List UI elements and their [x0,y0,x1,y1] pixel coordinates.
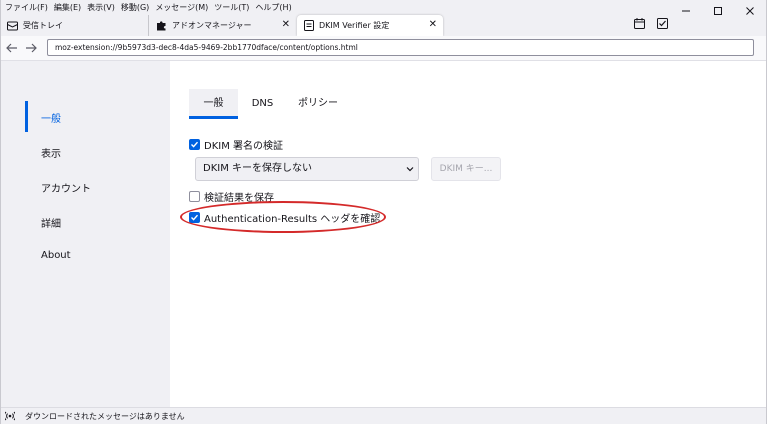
sidebar-item-general[interactable]: 一般 [41,110,61,125]
tab-addons-manager[interactable]: アドオンマネージャー ✕ [150,15,296,36]
save-result-checkbox[interactable] [189,191,200,202]
menu-bar: ファイル(F) 編集(E) 表示(V) 移動(G) メッセージ(M) ツール(T… [5,2,292,14]
verify-signature-label: DKIM 署名の検証 [204,141,284,152]
navigation-bar: moz-extension://9b5973d3-dec8-4da5-9469-… [1,36,766,61]
menu-edit[interactable]: 編集(E) [54,2,81,14]
tab-dkim-settings[interactable]: DKIM Verifier 設定 ✕ [297,15,443,36]
sidebar-item-account[interactable]: アカウント [41,180,91,195]
menu-go[interactable]: 移動(G) [121,2,149,14]
settings-main: 一般 DNS ポリシー DKIM 署名の検証 DKIM キーを保存しない DKI… [170,61,766,407]
dkim-keys-button[interactable]: DKIM キー... [431,157,501,181]
url-field[interactable]: moz-extension://9b5973d3-dec8-4da5-9469-… [47,39,754,56]
selected-indicator [25,101,28,132]
menu-tools[interactable]: ツール(T) [214,2,249,14]
tab-label: DKIM Verifier 設定 [319,21,390,30]
key-storage-select[interactable]: DKIM キーを保存しない [195,157,419,181]
back-button[interactable] [4,40,20,56]
arrow-left-icon [6,43,17,53]
mail-icon [7,20,18,31]
menu-message[interactable]: メッセージ(M) [155,2,208,14]
status-text: ダウンロードされたメッセージはありません [25,411,185,421]
tab-close-icon[interactable]: ✕ [429,19,437,30]
check-icon [191,141,199,148]
settings-sidebar: 一般 表示 アカウント 詳細 About [1,61,170,407]
verify-signature-option[interactable]: DKIM 署名の検証 [189,137,283,152]
tab-general[interactable]: 一般 [189,89,238,119]
application-window: ファイル(F) 編集(E) 表示(V) 移動(G) メッセージ(M) ツール(T… [0,0,767,424]
document-icon [303,20,314,31]
status-bar: ダウンロードされたメッセージはありません [1,407,766,424]
title-bar: ファイル(F) 編集(E) 表示(V) 移動(G) メッセージ(M) ツール(T… [1,0,766,36]
tab-policy[interactable]: ポリシー [287,89,349,119]
toolbar-icons [634,18,668,29]
puzzle-icon [156,20,167,31]
chevron-down-icon [406,167,414,172]
sidebar-item-advanced[interactable]: 詳細 [41,215,61,230]
arrow-right-icon [26,43,37,53]
sidebar-item-display[interactable]: 表示 [41,145,61,160]
sidebar-item-about[interactable]: About [41,250,71,261]
tab-inbox[interactable]: 受信トレイ [1,15,149,36]
highlight-annotation [180,201,386,233]
key-storage-value: DKIM キーを保存しない [203,163,313,174]
tab-label: アドオンマネージャー [172,21,252,30]
forward-button[interactable] [23,40,39,56]
tasks-icon[interactable] [657,18,668,29]
online-status-icon[interactable] [5,411,15,421]
menu-view[interactable]: 表示(V) [87,2,115,14]
menu-help[interactable]: ヘルプ(H) [255,2,291,14]
tab-dns[interactable]: DNS [238,89,287,119]
menu-file[interactable]: ファイル(F) [5,2,48,14]
calendar-icon[interactable] [634,18,645,29]
verify-signature-checkbox[interactable] [189,139,200,150]
tab-close-icon[interactable]: ✕ [282,19,290,30]
tab-label: 受信トレイ [23,21,63,30]
